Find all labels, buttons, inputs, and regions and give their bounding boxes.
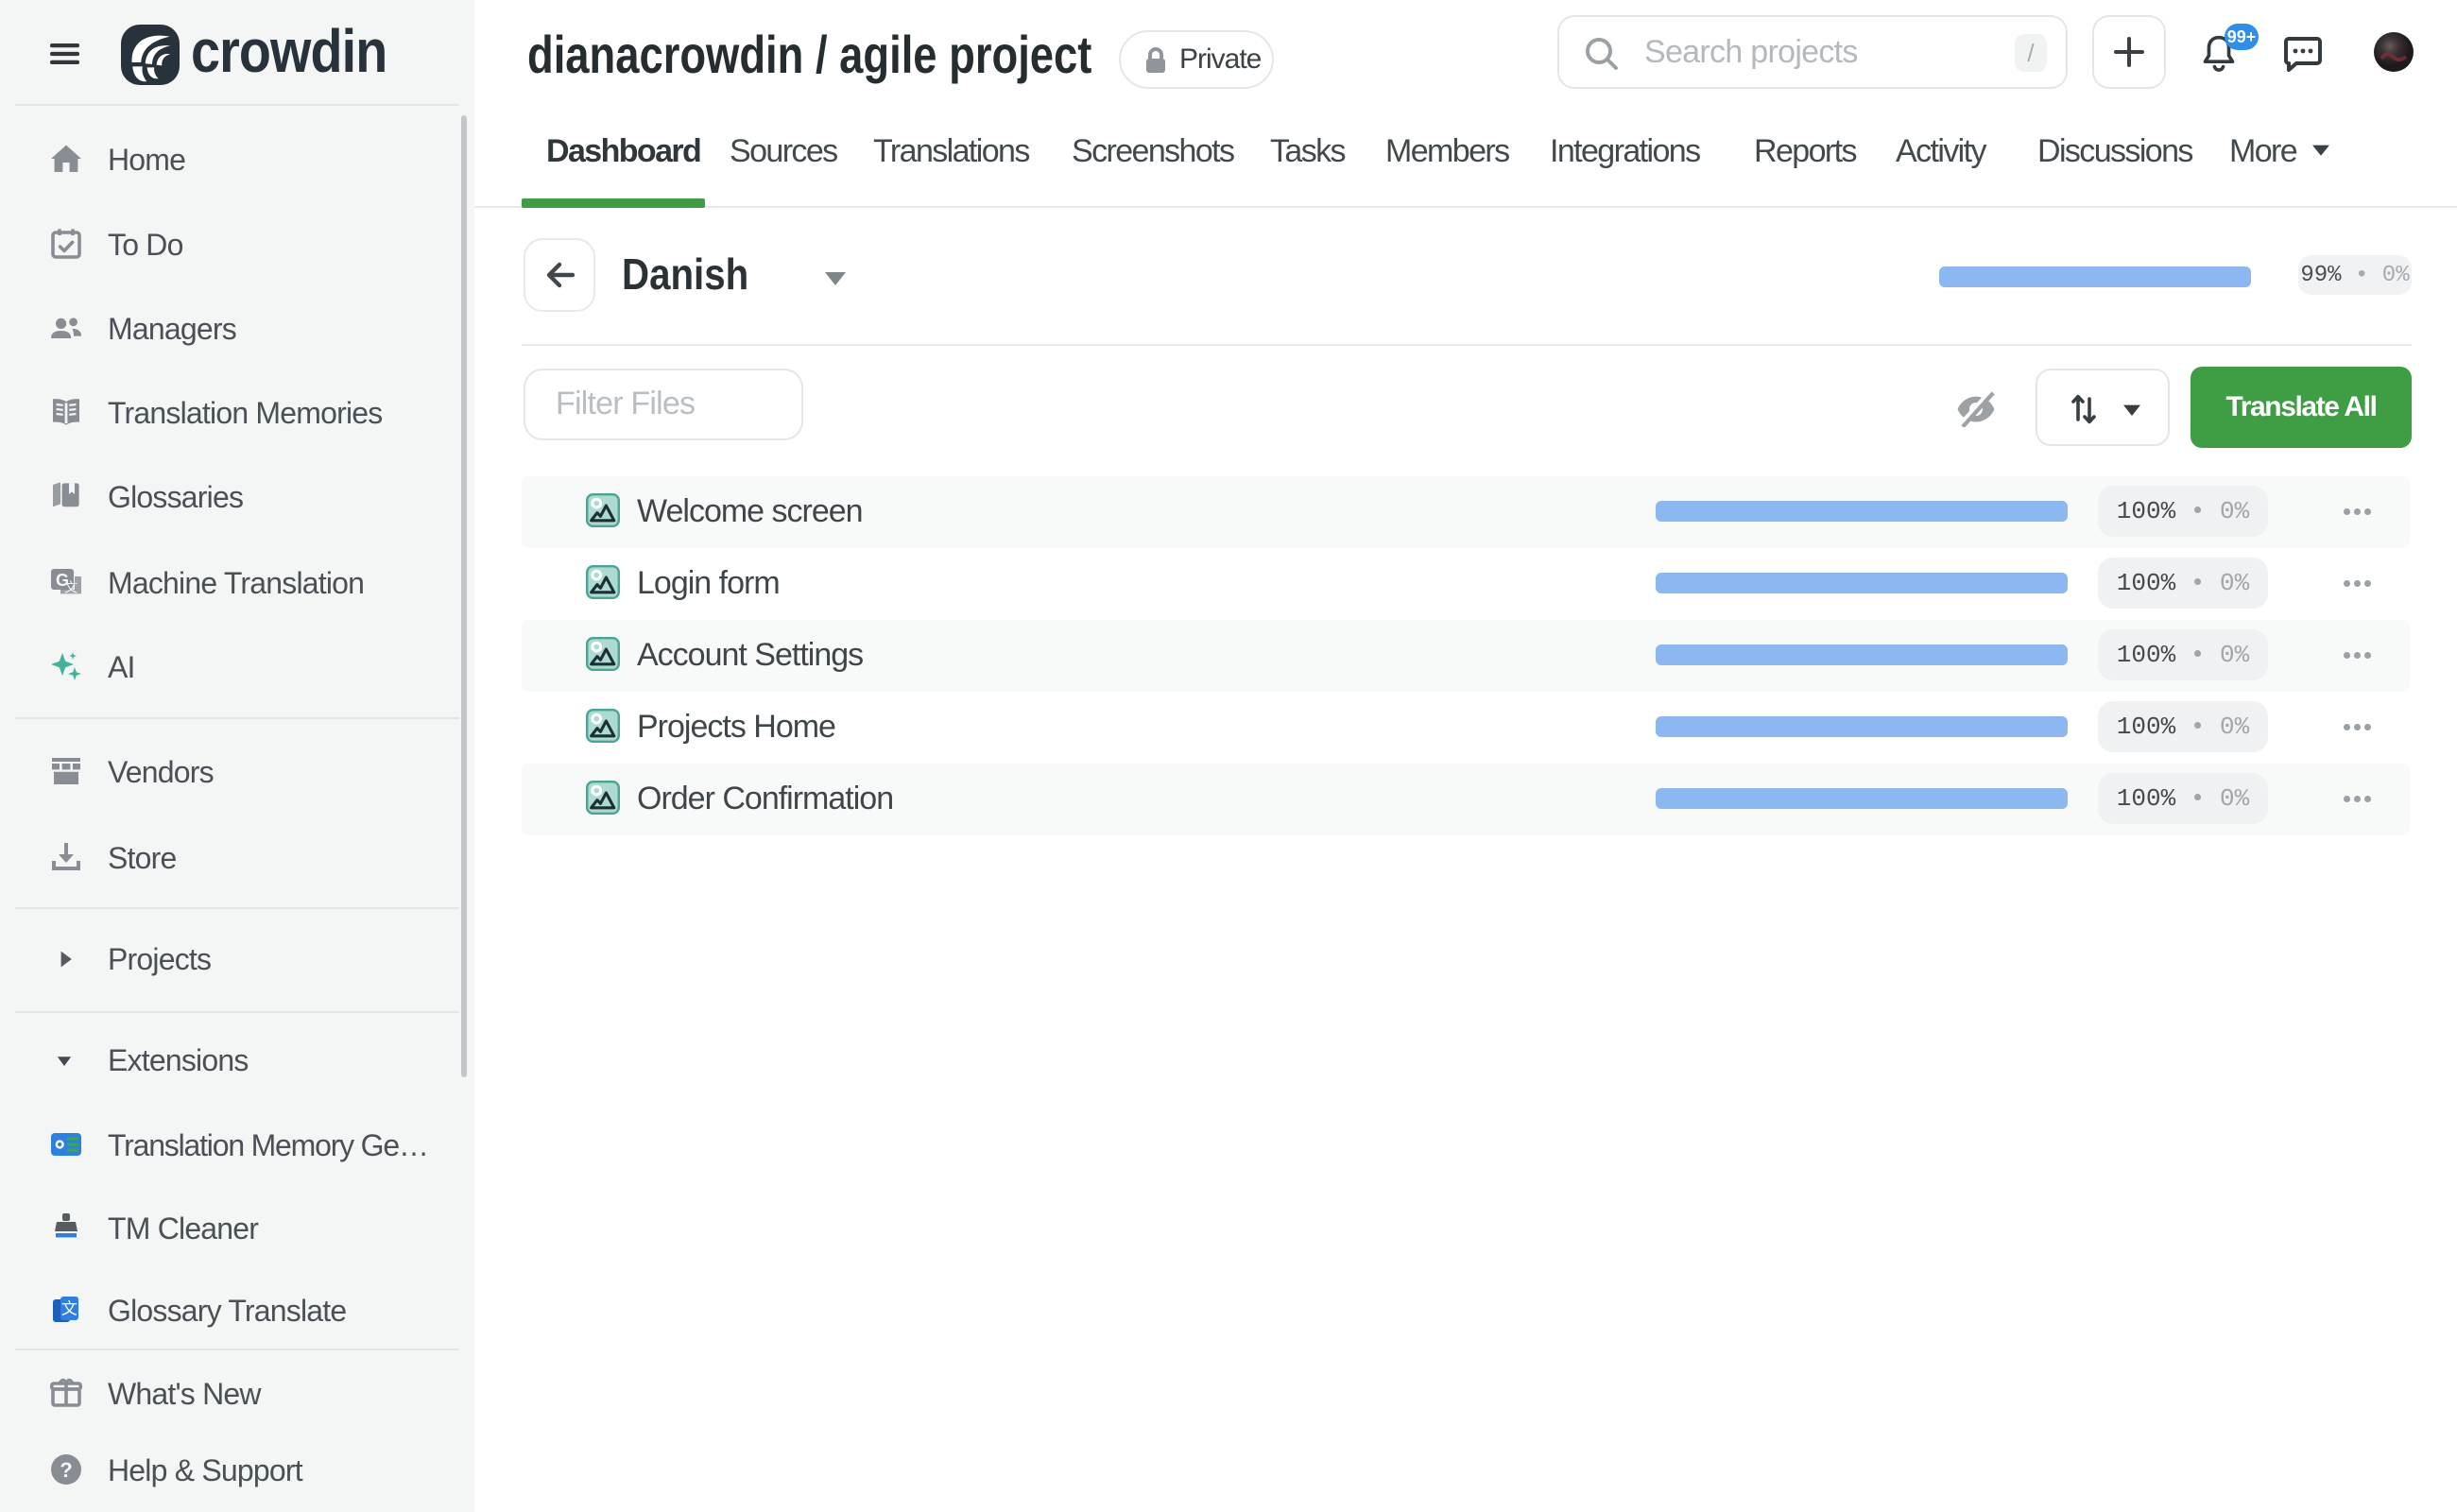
svg-text:文: 文	[61, 1300, 77, 1318]
svg-text:?: ?	[60, 1458, 72, 1482]
svg-text:文: 文	[64, 580, 77, 595]
